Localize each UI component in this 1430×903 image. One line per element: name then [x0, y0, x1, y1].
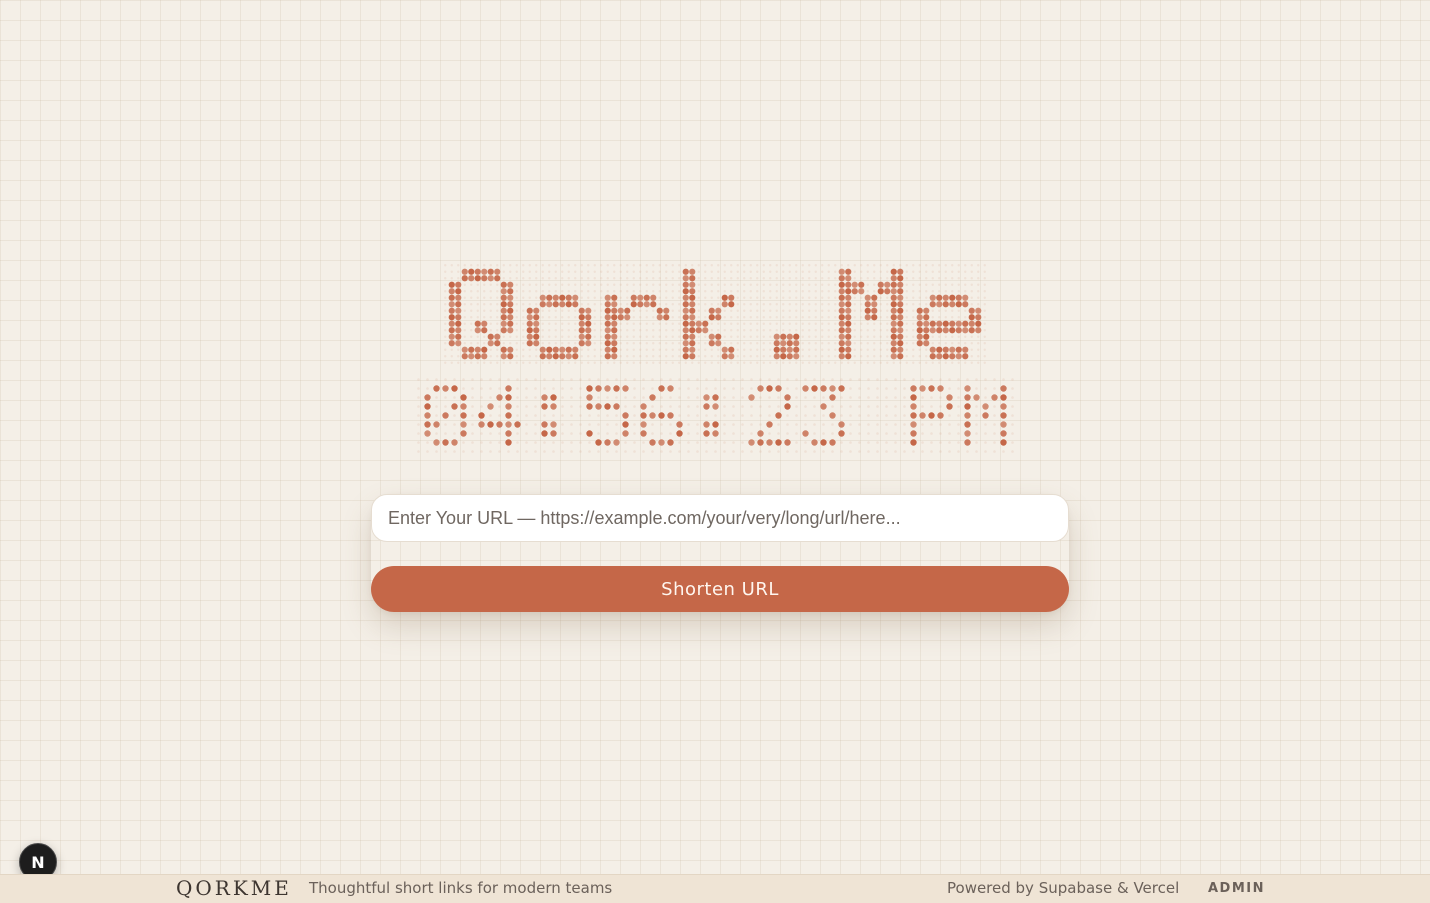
footer-tagline: Thoughtful short links for modern teams	[309, 879, 613, 897]
brand-char-3	[682, 268, 735, 360]
clock-dot-matrix	[416, 378, 1014, 453]
brand-char-5	[838, 268, 904, 360]
nextjs-logo-icon: N	[31, 852, 45, 872]
footer-powered-by: Powered by Supabase & Vercel	[947, 879, 1180, 897]
shorten-url-form: Shorten URL	[371, 494, 1069, 612]
clock-char-10	[963, 385, 1007, 446]
brand-char-4	[773, 333, 800, 360]
brand-dot-matrix-wrap	[0, 262, 1430, 366]
clock-dot-matrix-wrap	[0, 375, 1430, 456]
brand-background-dots	[444, 264, 986, 364]
brand-char-0	[448, 268, 514, 360]
admin-link[interactable]: ADMIN	[1208, 875, 1265, 902]
shorten-url-button[interactable]: Shorten URL	[371, 566, 1069, 612]
clock-char-4	[639, 385, 683, 446]
footer: QORKME Thoughtful short links for modern…	[0, 874, 1430, 903]
brand-dot-matrix	[444, 264, 986, 364]
clock-char-9	[909, 385, 953, 446]
url-input[interactable]	[371, 494, 1069, 542]
footer-logo: QORKME	[176, 876, 292, 900]
clock-char-0	[423, 385, 467, 446]
